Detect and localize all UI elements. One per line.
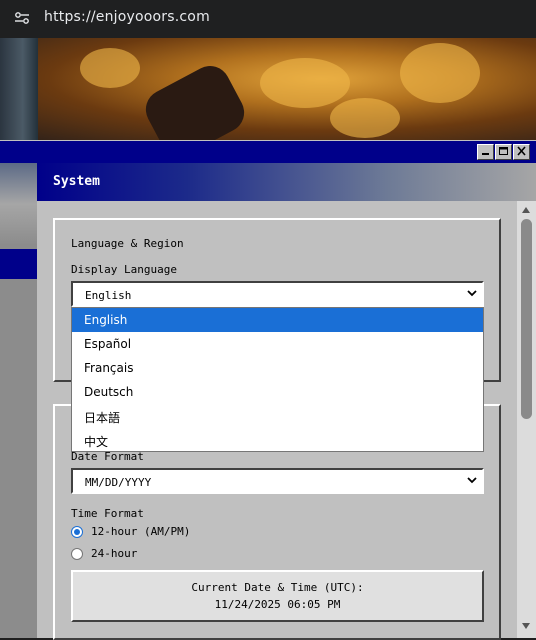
language-option[interactable]: English xyxy=(72,308,483,332)
radio-24-hour-label[interactable]: 24-hour xyxy=(91,547,137,560)
chevron-down-icon xyxy=(467,290,477,297)
close-button[interactable] xyxy=(513,144,530,160)
display-language-value: English xyxy=(85,289,132,302)
sidebar-item-selected[interactable] xyxy=(0,249,37,279)
scroll-down-icon[interactable] xyxy=(521,621,531,631)
chevron-down-icon xyxy=(467,477,477,484)
time-format-label: Time Format xyxy=(71,507,144,520)
language-option-label: Español xyxy=(84,337,132,351)
panel-header: System xyxy=(37,163,536,201)
display-language-label: Display Language xyxy=(71,263,177,276)
radio-24-hour-button[interactable] xyxy=(71,548,83,560)
scrollbar[interactable] xyxy=(517,201,536,638)
minimize-button[interactable] xyxy=(477,144,494,160)
language-option[interactable]: Español xyxy=(72,332,483,356)
date-format-select[interactable]: MM/DD/YYYY xyxy=(71,468,484,494)
scrollbar-thumb[interactable] xyxy=(521,219,532,419)
language-dropdown-list[interactable]: English Español Français Deutsch 日本語 中文 xyxy=(71,307,484,452)
language-option-label: English xyxy=(84,313,128,327)
date-format-value: MM/DD/YYYY xyxy=(85,476,152,489)
sidebar-header xyxy=(0,163,37,245)
language-option-label: 中文 xyxy=(84,435,109,449)
scroll-up-icon[interactable] xyxy=(521,205,531,215)
maximize-button[interactable] xyxy=(495,144,512,160)
radio-12-hour-label[interactable]: 12-hour (AM/PM) xyxy=(91,525,190,538)
radio-12-hour-button[interactable] xyxy=(71,526,83,538)
language-option-label: 日本語 xyxy=(84,411,121,425)
display-language-select[interactable]: English xyxy=(71,281,484,307)
site-settings-icon[interactable] xyxy=(14,10,30,26)
browser-address-bar[interactable]: https://enjoyooors.com xyxy=(0,0,536,38)
minimize-icon xyxy=(482,153,489,155)
current-time-value: 11/24/2025 06:05 PM xyxy=(214,598,341,611)
current-time-title: Current Date & Time (UTC): xyxy=(191,581,364,594)
url-text[interactable]: https://enjoyooors.com xyxy=(44,9,210,25)
language-option-label: Français xyxy=(84,361,134,375)
sidebar xyxy=(0,163,37,638)
window-title-bar xyxy=(0,140,536,163)
close-icon xyxy=(517,146,526,156)
panel-title: System xyxy=(53,174,100,189)
language-option[interactable]: 日本語 xyxy=(72,404,483,428)
current-time-display: Current Date & Time (UTC): 11/24/2025 06… xyxy=(71,570,484,622)
language-option-label: Deutsch xyxy=(84,385,134,399)
maximize-icon xyxy=(499,147,508,155)
banner-image xyxy=(0,38,536,140)
language-region-heading: Language & Region xyxy=(71,237,184,250)
language-option[interactable]: Français xyxy=(72,356,483,380)
language-option[interactable]: Deutsch xyxy=(72,380,483,404)
language-option[interactable]: 中文 xyxy=(72,428,483,452)
